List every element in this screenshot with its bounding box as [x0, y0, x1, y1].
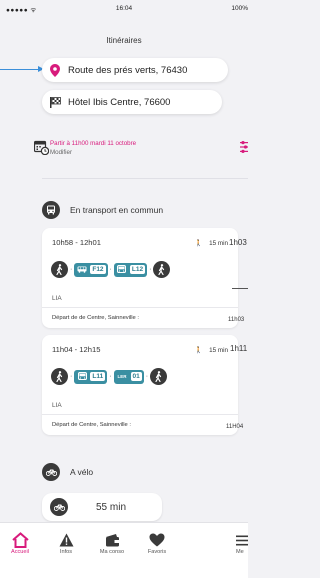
line-number: L12: [129, 265, 146, 274]
divider: [42, 178, 248, 179]
tab-label: Me: [236, 549, 244, 555]
walking-icon: 🚶: [194, 347, 203, 354]
itinerary-card[interactable]: 10h58 - 12h01 🚶 15 min · F12 · L12 · LIA…: [42, 228, 238, 328]
warning-icon: [46, 531, 86, 549]
modify-link[interactable]: Modifier: [50, 149, 136, 156]
bike-duration: 55 min: [96, 501, 127, 513]
tab-label: Accueil: [10, 549, 30, 555]
heart-icon: [137, 531, 177, 549]
bicycle-icon: [50, 498, 68, 516]
departure-time-selector[interactable]: Partir à 11h00 mardi 11 octobre Modifier: [50, 140, 136, 156]
itinerary-times: 10h58 - 12h01: [52, 238, 101, 247]
origin-field[interactable]: Route des prés verts, 76430: [42, 58, 228, 82]
card-divider: [42, 414, 238, 415]
walk-duration: 🚶 15 min: [195, 346, 229, 354]
tab-bar: Accueil Infos Ma conso Favoris Me: [0, 522, 248, 578]
step-separator: ·: [70, 373, 73, 380]
walk-duration: 🚶 15 min: [195, 239, 229, 247]
bus-icon: [42, 201, 60, 219]
tab-label: Favoris: [147, 549, 167, 555]
tab-menu[interactable]: Me: [218, 531, 258, 555]
walk-step-icon: [150, 368, 168, 385]
calendar-clock-icon[interactable]: [33, 140, 50, 160]
line-tag: LER: [117, 374, 127, 379]
tab-ma-conso[interactable]: Ma conso: [92, 531, 132, 555]
peek-departure: 11h03: [228, 317, 245, 323]
coach-icon: [76, 265, 88, 275]
line-badge: LER 01: [113, 369, 144, 384]
location-pin-icon: [42, 63, 68, 77]
itinerary-modes: · L11 · LER 01 ·: [51, 368, 168, 385]
tab-label: Ma conso: [99, 549, 125, 555]
home-icon: [0, 531, 40, 549]
tab-label: Infos: [59, 549, 73, 555]
bus-icon: [76, 372, 88, 382]
peek-duration: 1h11: [230, 344, 248, 353]
itinerary-modes: · F12 · L12 ·: [51, 261, 171, 278]
pointer-arrow-line: [0, 69, 40, 70]
walk-step-icon: [153, 261, 171, 278]
walking-icon: 🚶: [194, 240, 203, 247]
transit-section-label: En transport en commun: [70, 205, 164, 215]
transit-section-header: En transport en commun: [42, 201, 163, 219]
step-separator: ·: [149, 266, 152, 273]
filter-settings-icon[interactable]: [240, 140, 248, 159]
peek-departure: 11H04: [226, 424, 244, 430]
tab-infos[interactable]: Infos: [46, 531, 86, 555]
step-separator: ·: [109, 266, 112, 273]
departure-stop: Départ de Centre, Sainneville :: [52, 422, 131, 428]
step-separator: ·: [109, 373, 112, 380]
departure-time-label: Partir à 11h00 mardi 11 octobre: [50, 140, 137, 147]
walk-duration-value: 15 min: [209, 240, 228, 247]
destination-field[interactable]: Hôtel Ibis Centre, 76600: [42, 90, 222, 114]
walk-step-icon: [51, 261, 68, 278]
peek-line: [232, 288, 248, 289]
bike-section-label: A vélo: [70, 467, 94, 477]
status-bar: ●●●●● ᯤ 16:04 100%: [0, 0, 248, 18]
clock: 16:04: [115, 5, 133, 12]
step-separator: ·: [70, 266, 73, 273]
line-badge: F12: [74, 262, 108, 277]
tab-accueil[interactable]: Accueil: [0, 531, 40, 555]
finish-flag-icon: [42, 96, 68, 108]
itinerary-times: 11h04 - 12h15: [52, 345, 101, 354]
origin-value: Route des prés verts, 76430: [68, 64, 188, 76]
line-number: F12: [90, 265, 106, 274]
destination-value: Hôtel Ibis Centre, 76600: [68, 96, 171, 108]
line-number: 01: [130, 372, 142, 381]
tab-favoris[interactable]: Favoris: [137, 531, 177, 555]
bike-option-card[interactable]: 55 min: [42, 493, 162, 521]
departure-stop: Départ de de Centre, Sainneville :: [52, 315, 140, 321]
walk-duration-value: 15 min: [209, 347, 228, 354]
line-badge: L11: [74, 369, 108, 384]
operator-name: LIA: [52, 295, 62, 302]
peek-duration: 1h03: [229, 238, 247, 247]
card-divider: [42, 307, 238, 308]
line-number: L11: [90, 372, 106, 381]
bus-icon: [116, 265, 128, 275]
walk-step-icon: [51, 368, 68, 385]
step-separator: ·: [145, 373, 149, 380]
battery-level: 100%: [231, 5, 248, 12]
operator-name: LIA: [52, 402, 62, 409]
itinerary-card[interactable]: 11h04 - 12h15 🚶 15 min · L11 · LER 01 · …: [42, 335, 238, 435]
page-title: Itinéraires: [106, 36, 142, 45]
wallet-icon: [92, 531, 132, 549]
bicycle-icon: [42, 463, 60, 481]
line-badge: L12: [113, 262, 148, 277]
bike-section-header: A vélo: [42, 463, 93, 481]
menu-icon: [218, 531, 258, 549]
